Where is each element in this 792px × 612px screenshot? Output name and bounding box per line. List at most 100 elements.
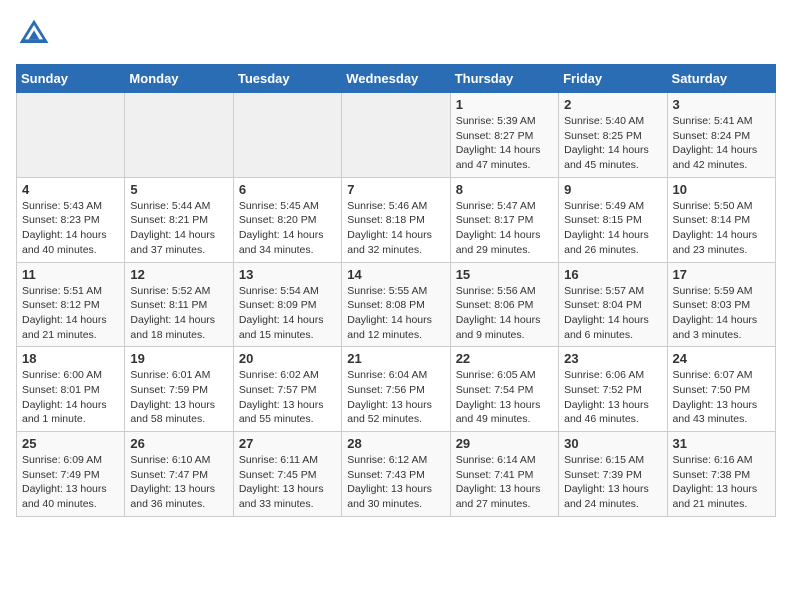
day-info: Sunrise: 6:15 AMSunset: 7:39 PMDaylight:… <box>564 453 661 512</box>
logo-icon <box>16 16 52 52</box>
day-number: 12 <box>130 267 227 282</box>
page-header <box>16 16 776 52</box>
calendar-cell: 23 Sunrise: 6:06 AMSunset: 7:52 PMDayligh… <box>559 347 667 432</box>
day-info: Sunrise: 5:49 AMSunset: 8:15 PMDaylight:… <box>564 199 661 258</box>
day-number: 29 <box>456 436 553 451</box>
calendar-cell: 18 Sunrise: 6:00 AMSunset: 8:01 PMDayligh… <box>17 347 125 432</box>
day-number: 28 <box>347 436 444 451</box>
calendar-cell: 21Sunrise: 6:04 AMSunset: 7:56 PMDayligh… <box>342 347 450 432</box>
day-info: Sunrise: 5:55 AMSunset: 8:08 PMDaylight:… <box>347 284 444 343</box>
calendar-cell: 24 Sunrise: 6:07 AMSunset: 7:50 PMDayligh… <box>667 347 775 432</box>
column-header-monday: Monday <box>125 65 233 93</box>
column-header-thursday: Thursday <box>450 65 558 93</box>
day-info: Sunrise: 6:00 AMSunset: 8:01 PMDaylight:… <box>22 368 119 427</box>
day-info: Sunrise: 5:46 AMSunset: 8:18 PMDaylight:… <box>347 199 444 258</box>
day-info: Sunrise: 6:16 AMSunset: 7:38 PMDaylight:… <box>673 453 770 512</box>
day-info: Sunrise: 5:50 AMSunset: 8:14 PMDaylight:… <box>673 199 770 258</box>
day-number: 1 <box>456 97 553 112</box>
calendar-table: SundayMondayTuesdayWednesdayThursdayFrid… <box>16 64 776 517</box>
day-info: Sunrise: 6:10 AMSunset: 7:47 PMDaylight:… <box>130 453 227 512</box>
calendar-cell: 2Sunrise: 5:40 AMSunset: 8:25 PMDaylight… <box>559 93 667 178</box>
calendar-cell <box>342 93 450 178</box>
column-header-sunday: Sunday <box>17 65 125 93</box>
calendar-cell: 11 Sunrise: 5:51 AMSunset: 8:12 PMDayligh… <box>17 262 125 347</box>
calendar-cell: 15 Sunrise: 5:56 AMSunset: 8:06 PMDayligh… <box>450 262 558 347</box>
day-number: 7 <box>347 182 444 197</box>
day-info: Sunrise: 6:06 AMSunset: 7:52 PMDaylight:… <box>564 368 661 427</box>
calendar-cell: 3Sunrise: 5:41 AMSunset: 8:24 PMDaylight… <box>667 93 775 178</box>
day-number: 3 <box>673 97 770 112</box>
calendar-cell: 28 Sunrise: 6:12 AMSunset: 7:43 PMDayligh… <box>342 432 450 517</box>
calendar-header-row: SundayMondayTuesdayWednesdayThursdayFrid… <box>17 65 776 93</box>
calendar-cell: 27 Sunrise: 6:11 AMSunset: 7:45 PMDayligh… <box>233 432 341 517</box>
day-info: Sunrise: 6:01 AMSunset: 7:59 PMDaylight:… <box>130 368 227 427</box>
calendar-week-row: 4Sunrise: 5:43 AMSunset: 8:23 PMDaylight… <box>17 177 776 262</box>
calendar-cell: 26 Sunrise: 6:10 AMSunset: 7:47 PMDayligh… <box>125 432 233 517</box>
day-info: Sunrise: 6:02 AMSunset: 7:57 PMDaylight:… <box>239 368 336 427</box>
day-info: Sunrise: 5:56 AMSunset: 8:06 PMDaylight:… <box>456 284 553 343</box>
day-info: Sunrise: 5:39 AMSunset: 8:27 PMDaylight:… <box>456 114 553 173</box>
day-number: 26 <box>130 436 227 451</box>
day-info: Sunrise: 6:07 AMSunset: 7:50 PMDaylight:… <box>673 368 770 427</box>
calendar-cell: 22 Sunrise: 6:05 AMSunset: 7:54 PMDayligh… <box>450 347 558 432</box>
column-header-tuesday: Tuesday <box>233 65 341 93</box>
calendar-week-row: 11 Sunrise: 5:51 AMSunset: 8:12 PMDayligh… <box>17 262 776 347</box>
calendar-cell: 13Sunrise: 5:54 AMSunset: 8:09 PMDayligh… <box>233 262 341 347</box>
column-header-saturday: Saturday <box>667 65 775 93</box>
calendar-cell: 14 Sunrise: 5:55 AMSunset: 8:08 PMDayligh… <box>342 262 450 347</box>
day-number: 16 <box>564 267 661 282</box>
calendar-cell <box>17 93 125 178</box>
day-number: 25 <box>22 436 119 451</box>
calendar-cell: 4Sunrise: 5:43 AMSunset: 8:23 PMDaylight… <box>17 177 125 262</box>
calendar-cell: 5Sunrise: 5:44 AMSunset: 8:21 PMDaylight… <box>125 177 233 262</box>
calendar-cell: 19 Sunrise: 6:01 AMSunset: 7:59 PMDayligh… <box>125 347 233 432</box>
day-number: 9 <box>564 182 661 197</box>
column-header-friday: Friday <box>559 65 667 93</box>
calendar-cell: 1 Sunrise: 5:39 AMSunset: 8:27 PMDaylight… <box>450 93 558 178</box>
day-info: Sunrise: 5:57 AMSunset: 8:04 PMDaylight:… <box>564 284 661 343</box>
day-number: 30 <box>564 436 661 451</box>
calendar-cell <box>125 93 233 178</box>
day-number: 23 <box>564 351 661 366</box>
day-number: 14 <box>347 267 444 282</box>
calendar-cell: 10 Sunrise: 5:50 AMSunset: 8:14 PMDayligh… <box>667 177 775 262</box>
calendar-cell: 30 Sunrise: 6:15 AMSunset: 7:39 PMDayligh… <box>559 432 667 517</box>
calendar-cell: 31 Sunrise: 6:16 AMSunset: 7:38 PMDayligh… <box>667 432 775 517</box>
calendar-cell: 12 Sunrise: 5:52 AMSunset: 8:11 PMDayligh… <box>125 262 233 347</box>
day-info: Sunrise: 5:54 AMSunset: 8:09 PMDaylight:… <box>239 284 336 343</box>
day-number: 17 <box>673 267 770 282</box>
day-info: Sunrise: 6:14 AMSunset: 7:41 PMDaylight:… <box>456 453 553 512</box>
day-info: Sunrise: 5:47 AMSunset: 8:17 PMDaylight:… <box>456 199 553 258</box>
day-info: Sunrise: 6:12 AMSunset: 7:43 PMDaylight:… <box>347 453 444 512</box>
calendar-cell: 7 Sunrise: 5:46 AMSunset: 8:18 PMDaylight… <box>342 177 450 262</box>
day-number: 31 <box>673 436 770 451</box>
calendar-week-row: 18 Sunrise: 6:00 AMSunset: 8:01 PMDayligh… <box>17 347 776 432</box>
day-number: 4 <box>22 182 119 197</box>
day-number: 8 <box>456 182 553 197</box>
calendar-cell: 9 Sunrise: 5:49 AMSunset: 8:15 PMDaylight… <box>559 177 667 262</box>
calendar-week-row: 1 Sunrise: 5:39 AMSunset: 8:27 PMDaylight… <box>17 93 776 178</box>
day-number: 11 <box>22 267 119 282</box>
day-number: 18 <box>22 351 119 366</box>
calendar-cell: 20 Sunrise: 6:02 AMSunset: 7:57 PMDayligh… <box>233 347 341 432</box>
column-header-wednesday: Wednesday <box>342 65 450 93</box>
day-number: 10 <box>673 182 770 197</box>
calendar-week-row: 25Sunrise: 6:09 AMSunset: 7:49 PMDayligh… <box>17 432 776 517</box>
day-info: Sunrise: 5:51 AMSunset: 8:12 PMDaylight:… <box>22 284 119 343</box>
day-number: 19 <box>130 351 227 366</box>
day-info: Sunrise: 6:04 AMSunset: 7:56 PMDaylight:… <box>347 368 444 427</box>
day-number: 24 <box>673 351 770 366</box>
day-info: Sunrise: 5:44 AMSunset: 8:21 PMDaylight:… <box>130 199 227 258</box>
day-info: Sunrise: 5:40 AMSunset: 8:25 PMDaylight:… <box>564 114 661 173</box>
day-number: 27 <box>239 436 336 451</box>
calendar-cell: 6Sunrise: 5:45 AMSunset: 8:20 PMDaylight… <box>233 177 341 262</box>
day-info: Sunrise: 5:59 AMSunset: 8:03 PMDaylight:… <box>673 284 770 343</box>
calendar-cell: 8 Sunrise: 5:47 AMSunset: 8:17 PMDaylight… <box>450 177 558 262</box>
day-number: 20 <box>239 351 336 366</box>
day-number: 15 <box>456 267 553 282</box>
day-info: Sunrise: 6:05 AMSunset: 7:54 PMDaylight:… <box>456 368 553 427</box>
day-info: Sunrise: 5:52 AMSunset: 8:11 PMDaylight:… <box>130 284 227 343</box>
calendar-cell: 17 Sunrise: 5:59 AMSunset: 8:03 PMDayligh… <box>667 262 775 347</box>
day-number: 22 <box>456 351 553 366</box>
day-info: Sunrise: 6:11 AMSunset: 7:45 PMDaylight:… <box>239 453 336 512</box>
